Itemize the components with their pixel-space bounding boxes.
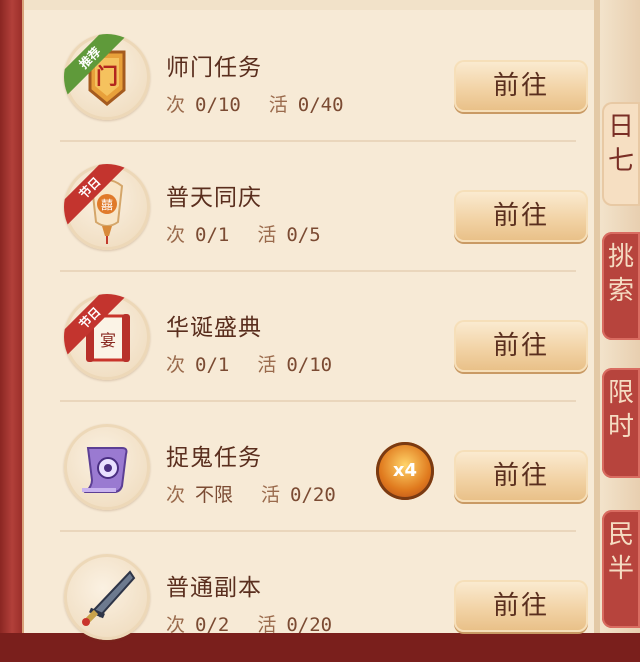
task-row: 囍 节日 普天同庆 次 0/1 活 0/5 前往: [24, 142, 594, 272]
task-row: 普通副本 次 0/2 活 0/20 前往: [24, 532, 594, 662]
task-row: 门 推荐 师门任务 次 0/10 活 0/40 前往: [24, 12, 594, 142]
go-button[interactable]: 前往: [454, 320, 588, 372]
side-tab-3[interactable]: 限 时: [602, 368, 640, 478]
task-row: 捉鬼任务 次不限活 0/20 x4 前往: [24, 402, 594, 532]
panel-top-strip: [24, 0, 594, 10]
side-tab-2[interactable]: 挑 索: [602, 232, 640, 340]
sect-banner-icon: 门 推荐: [64, 34, 150, 120]
task-progress: 次 0/1 活 0/5: [166, 224, 321, 246]
svg-text:囍: 囍: [101, 198, 113, 212]
task-title: 师门任务: [166, 55, 262, 81]
task-progress: 次 0/1 活 0/10: [166, 354, 333, 376]
svg-text:门: 门: [96, 64, 118, 90]
lantern-icon: 囍 节日: [64, 164, 150, 250]
task-title: 普天同庆: [166, 185, 262, 211]
svg-text:宴: 宴: [100, 331, 116, 350]
task-title: 华诞盛典: [166, 315, 262, 341]
task-progress: 次 0/10 活 0/40: [166, 94, 344, 116]
go-button[interactable]: 前往: [454, 190, 588, 242]
sword-icon: [64, 554, 150, 640]
go-button[interactable]: 前往: [454, 580, 588, 632]
task-progress: 次不限活 0/20: [166, 484, 336, 506]
multiplier-bonus-icon[interactable]: x4: [376, 442, 434, 500]
left-frame: [0, 0, 24, 633]
task-title: 普通副本: [166, 575, 262, 601]
task-row: 宴 节日 华诞盛典 次 0/1 活 0/10 前往: [24, 272, 594, 402]
ghost-scroll-icon: [64, 424, 150, 510]
side-tab-4[interactable]: 民 半: [602, 510, 640, 628]
go-button[interactable]: 前往: [454, 60, 588, 112]
go-button[interactable]: 前往: [454, 450, 588, 502]
task-title: 捉鬼任务: [166, 445, 262, 471]
side-tab-1[interactable]: 日 七: [602, 102, 640, 206]
banquet-scroll-icon: 宴 节日: [64, 294, 150, 380]
